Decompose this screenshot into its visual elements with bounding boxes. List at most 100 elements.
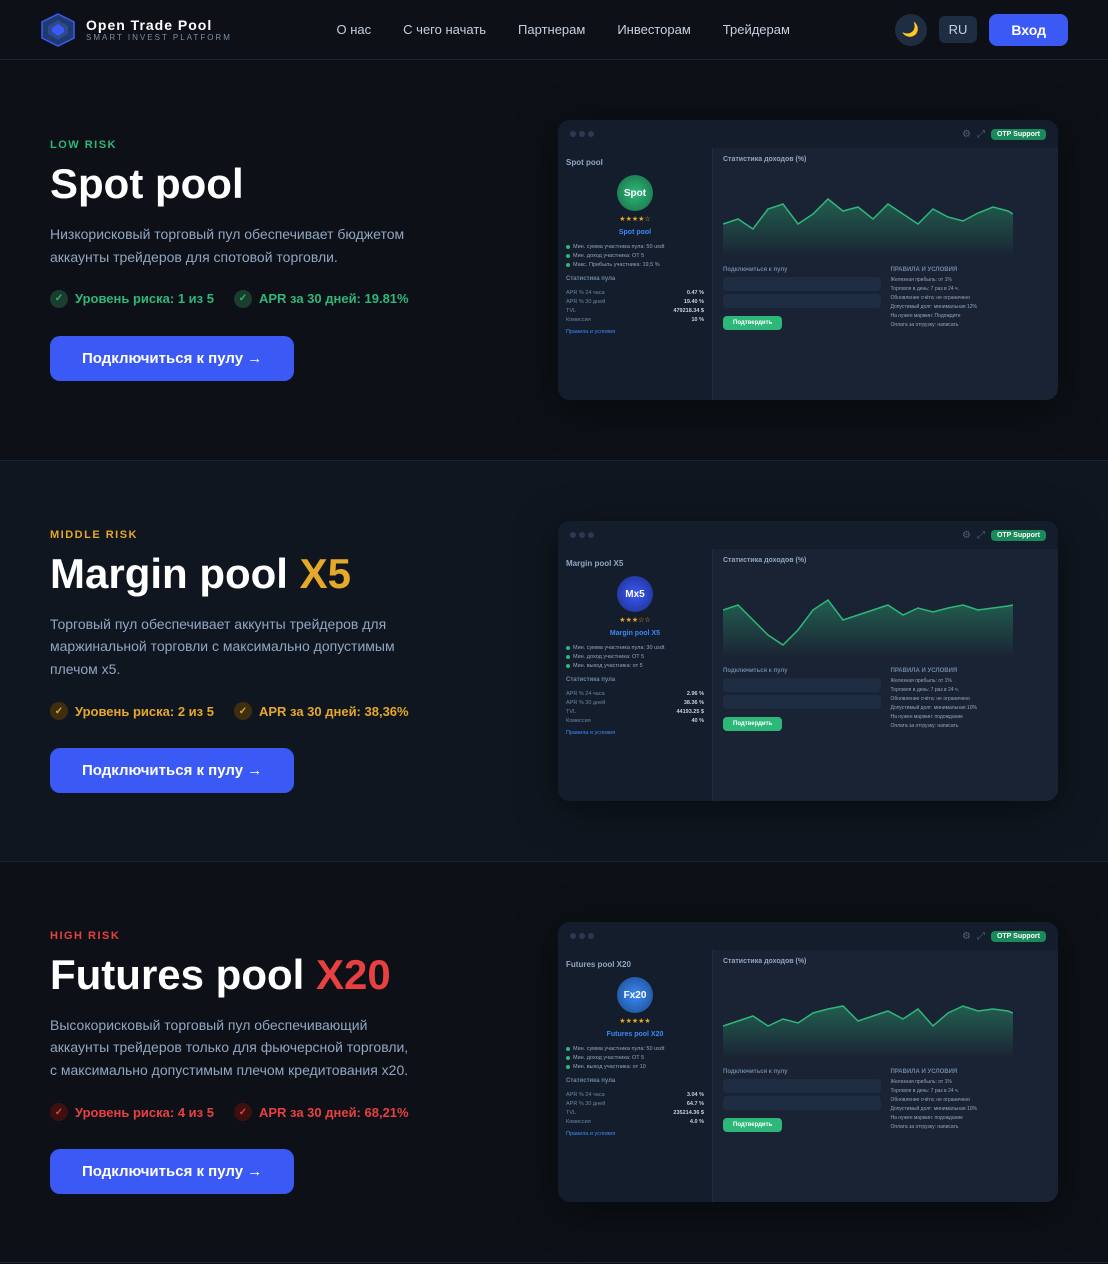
mockup-topbar-left [570,532,594,538]
rules-box: ПРАВИЛА И УСЛОВИЯ Железная прибыль: от 1… [891,668,1049,732]
connect-button[interactable]: Подключиться к пулу → [50,336,294,381]
pool-stars: ★★★★☆ [566,215,704,223]
chart-label: Статистика доходов (%) [723,557,1048,564]
stat-row: APR % 24 часа 3.04 % [566,1092,704,1098]
stat-val: 4.0 % [690,1119,704,1125]
chart-area [723,570,1048,660]
info-dot [566,664,570,668]
chart-area [723,971,1048,1061]
info-row: Мин. выход участника: от 5 [566,663,704,669]
login-button[interactable]: Вход [989,14,1068,46]
mockup-bottom-row: Подключиться к пулу Подтвердить ПРАВИЛА … [723,1069,1048,1133]
rules-label: ПРАВИЛА И УСЛОВИЯ [891,267,1049,273]
stat-val: 235214.36 $ [673,1110,704,1116]
amount-input-mock [723,1079,881,1093]
mockup-sidebar: Futures pool X20 Fx20 ★★★★★ Futures pool… [558,950,713,1202]
stat-val: 38.36 % [684,700,704,706]
stats-label: Статистика пула [566,677,704,683]
mockup-main: Статистика доходов (%) Подключиться к пу… [713,950,1058,1202]
stat-key: APR % 24 часа [566,290,605,296]
nav-partners[interactable]: Партнерам [518,22,585,37]
stat-val: 3.04 % [687,1092,704,1098]
rule-row: Торговля в день: 7 раз в 24 ч. [891,687,1049,694]
info-rows: Мин. сумма участника пула: 50 usdt Мин. … [566,1046,704,1070]
nav-about[interactable]: О нас [337,22,372,37]
rule-row: Торговля в день: 7 раз в 24 ч. [891,1088,1049,1095]
logo-text: Open Trade Pool SMART INVEST PLATFORM [86,17,232,42]
expand-icon: ⤢ [977,931,985,942]
rules-box: ПРАВИЛА И УСЛОВИЯ Железная прибыль: от 1… [891,267,1049,331]
info-dot [566,1056,570,1060]
stat-val: 479218.34 $ [673,308,704,314]
rules-link[interactable]: Правила и условия [566,329,704,335]
logo-name: Open Trade Pool [86,17,232,33]
stat-apr: ✓ APR за 30 дней: 38,36% [234,702,409,720]
info-text: Мин. доход участника: ОТ 5 [573,654,644,660]
rules-link[interactable]: Правила и условия [566,730,704,736]
risk-badge: MIDDLE RISK [50,529,480,541]
stat-row: Комиссия 4.0 % [566,1119,704,1125]
stat-row: Комиссия 40 % [566,718,704,724]
pool-mockup: ⚙ ⤢ OTP Support Spot pool Spot ★★★★☆ Spo… [558,120,1058,400]
rule-row: Допустимый долг: минимальная 10% [891,1106,1049,1113]
dot-1 [570,933,576,939]
theme-toggle-button[interactable]: 🌙 [895,14,927,46]
connect-box: Подключиться к пулу Подтвердить [723,668,881,732]
pool-description: Торговый пул обеспечивает аккунты трейде… [50,613,410,680]
stat-key: APR % 30 дней [566,700,605,706]
mockup-topbar-left [570,131,594,137]
info-text: Мин. сумма участника пула: 30 usdt [573,645,664,651]
main-nav: О нас С чего начать Партнерам Инвесторам… [337,22,790,37]
risk-badge: HIGH RISK [50,930,480,942]
mockup-body: Futures pool X20 Fx20 ★★★★★ Futures pool… [558,950,1058,1202]
stat-risk: ✓ Уровень риска: 1 из 5 [50,290,214,308]
info-text: Макс. Прибыль участника: 19,5 % [573,262,660,268]
mockup-topbar: ⚙ ⤢ OTP Support [558,922,1058,950]
header-right: 🌙 RU Вход [895,14,1068,46]
stats-label: Статистика пула [566,276,704,282]
pool-title-sm: Margin pool X5 [566,630,704,637]
connect-label: Подключиться к пулу [723,1069,881,1075]
expand-icon: ⤢ [977,530,985,541]
mockup-pool-name: Spot pool [566,158,704,167]
submit-button[interactable]: Подтвердить [723,717,782,731]
info-text: Мин. доход участника: ОТ 5 [573,253,644,259]
language-button[interactable]: RU [939,16,978,43]
stat-key: APR % 24 часа [566,1092,605,1098]
nav-traders[interactable]: Трейдерам [723,22,790,37]
stat-key: TVL [566,1110,576,1116]
submit-button[interactable]: Подтвердить [723,316,782,330]
info-row: Мин. сумма участника пула: 30 usdt [566,645,704,651]
note-input-mock [723,695,881,709]
rule-row: Оплата за отгрузку: написать [891,1124,1049,1131]
stat-val: 40 % [691,718,704,724]
info-dot [566,646,570,650]
info-rows: Мин. сумма участника пула: 30 usdt Мин. … [566,645,704,669]
info-row: Мин. доход участника: ОТ 5 [566,654,704,660]
amount-input-mock [723,277,881,291]
stat-apr: ✓ APR за 30 дней: 68,21% [234,1103,409,1121]
submit-button[interactable]: Подтвердить [723,1118,782,1132]
nav-start[interactable]: С чего начать [403,22,486,37]
rules-link[interactable]: Правила и условия [566,1131,704,1137]
info-dot [566,1065,570,1069]
stats-table: APR % 24 часа 3.04 % APR % 30 дней 64.7 … [566,1092,704,1125]
pool-section-middle: MIDDLE RISK Margin pool X5 Торговый пул … [0,461,1108,862]
title-highlight: X20 [316,951,391,998]
info-row: Мин. сумма участника пула: 50 usdt [566,1046,704,1052]
rule-row: Обновление счёта: не ограничено [891,696,1049,703]
risk-badge: LOW RISK [50,139,480,151]
stats-table: APR % 24 часа 0.47 % APR % 30 дней 19.40… [566,290,704,323]
connect-button[interactable]: Подключиться к пулу → [50,748,294,793]
info-row: Мин. доход участника: ОТ 5 [566,253,704,259]
nav-investors[interactable]: Инвесторам [617,22,690,37]
pool-left: LOW RISK Spot pool Низкорисковый торговы… [50,139,480,381]
dot-2 [579,532,585,538]
info-text: Мин. выход участника: от 5 [573,663,643,669]
mockup-bottom-row: Подключиться к пулу Подтвердить ПРАВИЛА … [723,668,1048,732]
connect-button[interactable]: Подключиться к пулу → [50,1149,294,1194]
chart-area [723,169,1048,259]
connect-box: Подключиться к пулу Подтвердить [723,267,881,331]
chart-label: Статистика доходов (%) [723,958,1048,965]
rule-row: Оплата за отгрузку: написать [891,723,1049,730]
